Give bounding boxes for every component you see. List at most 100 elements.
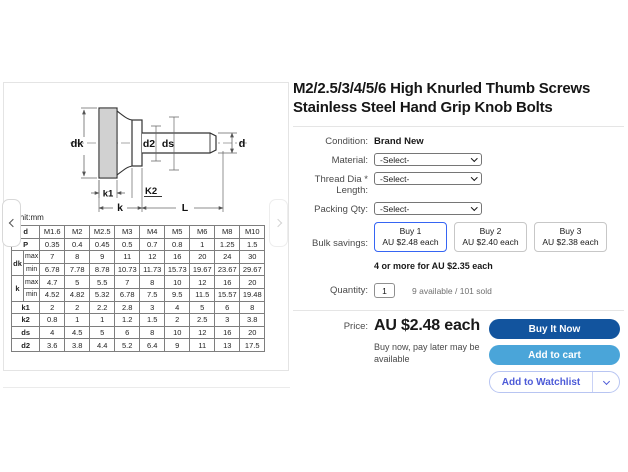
packing-qty-select-value: -Select- [380,204,409,214]
spec-cell: 2.2 [90,301,115,314]
left-column-divider [3,387,290,388]
spec-cell: k [12,276,24,301]
bulk-savings-label: Bulk savings: [293,225,368,249]
spec-cell: 9 [90,251,115,264]
spec-cell: 0.8 [165,238,190,251]
material-select[interactable]: -Select- [374,153,482,166]
spec-cell: 2.5 [190,314,215,327]
spec-cell: 6.4 [140,339,165,352]
quantity-input[interactable] [374,283,395,298]
spec-cell: 16 [165,251,190,264]
listing-panel: M2/2.5/3/4/5/6 High Knurled Thumb Screws… [293,80,624,365]
bulk-offer-buy2[interactable]: Buy 2 AU $2.40 each [454,222,527,252]
spec-cell: 24 [215,251,240,264]
spec-cell: 6.78 [115,288,140,301]
spec-cell: 5 [90,326,115,339]
action-buttons: Buy It Now Add to cart Add to Watchlist [489,319,620,393]
dim-label-dk: dk [71,138,85,150]
bulk-offer-buy3[interactable]: Buy 3 AU $2.38 each [534,222,607,252]
spec-cell: M2.5 [90,226,115,239]
spec-cell: M5 [165,226,190,239]
add-to-cart-button[interactable]: Add to cart [489,345,620,365]
spec-cell: 7.78 [65,263,90,276]
packing-qty-row: Packing Qty: -Select- [293,202,624,215]
spec-cell: 9 [165,339,190,352]
spec-cell: 2 [165,314,190,327]
spec-cell: 5 [65,276,90,289]
spec-cell: 2 [65,301,90,314]
spec-cell: d2 [12,339,40,352]
condition-label: Condition: [293,134,368,147]
watchlist-dropdown-button[interactable] [592,372,619,392]
spec-cell: max [24,276,40,289]
spec-cell: k2 [12,314,40,327]
spec-cell: 5.2 [115,339,140,352]
title-line-2: Stainless Steel Hand Grip Knob Bolts [293,99,624,118]
spec-cell: 16 [215,276,240,289]
spec-cell: 8 [65,251,90,264]
spec-cell: 8 [240,301,265,314]
spec-cell: 0.45 [90,238,115,251]
spec-header-row: dM1.6M2M2.5M3M4M5M6M8M10 [12,226,265,239]
spec-cell: 1.2 [115,314,140,327]
dim-label-d: d [239,138,246,150]
page-title: M2/2.5/3/4/5/6 High Knurled Thumb Screws… [293,80,624,117]
spec-row: P0.350.40.450.50.70.811.251.5 [12,238,265,251]
spec-cell: 0.5 [115,238,140,251]
pay-later-note: Buy now, pay later may be available [374,342,486,365]
price-divider [293,310,624,311]
spec-cell: 12 [190,326,215,339]
price-block: Price: AU $2.48 each Buy now, pay later … [293,317,624,365]
chevron-left-icon [8,219,16,227]
thread-dia-length-select[interactable]: -Select- [374,172,482,185]
spec-cell: 7.5 [140,288,165,301]
carousel-next-button[interactable] [269,199,288,247]
offer-qty: Buy 1 [400,226,422,237]
bulk-offers: Buy 1 AU $2.48 each Buy 2 AU $2.40 each … [374,222,624,252]
title-divider [293,126,624,127]
carousel-prev-button[interactable] [2,199,21,247]
spec-cell: 5.5 [90,276,115,289]
packing-qty-select[interactable]: -Select- [374,202,482,215]
availability-text: 9 available / 101 sold [412,286,492,296]
spec-cell: 0.7 [140,238,165,251]
spec-cell: M10 [240,226,265,239]
add-to-watchlist-button[interactable]: Add to Watchlist [489,371,620,393]
spec-cell: M4 [140,226,165,239]
dim-label-d2: d2 [143,138,155,150]
thread-dia-length-label: Thread Dia * Length: [293,172,368,196]
product-image[interactable]: dk d2 ds d k1 K2 k L Unit:mm dM1.6M2M2.5… [3,82,289,371]
spec-row: ds44.556810121620 [12,326,265,339]
spec-cell: 20 [190,251,215,264]
spec-cell: 6 [115,326,140,339]
spec-cell: M6 [190,226,215,239]
chevron-down-icon [471,204,477,210]
spec-cell: min [24,288,40,301]
spec-cell: 15.73 [165,263,190,276]
title-line-1: M2/2.5/3/4/5/6 High Knurled Thumb Screws [293,80,624,99]
spec-row: min4.524.825.326.787.59.511.515.5719.48 [12,288,265,301]
spec-cell: 3.6 [40,339,65,352]
spec-cell: 11.73 [140,263,165,276]
spec-cell: 10 [165,326,190,339]
packing-qty-label: Packing Qty: [293,202,368,215]
condition-row: Condition: Brand New [293,134,624,147]
spec-cell: 3.8 [65,339,90,352]
spec-cell: 9.5 [165,288,190,301]
buy-it-now-button[interactable]: Buy It Now [489,319,620,339]
spec-cell: 1.25 [215,238,240,251]
offer-price: AU $2.38 each [542,237,598,248]
bulk-offer-buy1[interactable]: Buy 1 AU $2.48 each [374,222,447,252]
spec-cell: 8 [140,276,165,289]
spec-cell: 3 [140,301,165,314]
thread-dia-length-row: Thread Dia * Length: -Select- [293,172,624,196]
dim-label-k: k [117,202,123,214]
spec-cell: 6 [215,301,240,314]
spec-cell: 5.32 [90,288,115,301]
spec-cell: 30 [240,251,265,264]
offer-price: AU $2.48 each [382,237,438,248]
spec-cell: max [24,251,40,264]
offer-qty: Buy 2 [480,226,502,237]
chevron-down-icon [602,377,609,384]
bulk-note: 4 or more for AU $2.35 each [374,261,624,271]
